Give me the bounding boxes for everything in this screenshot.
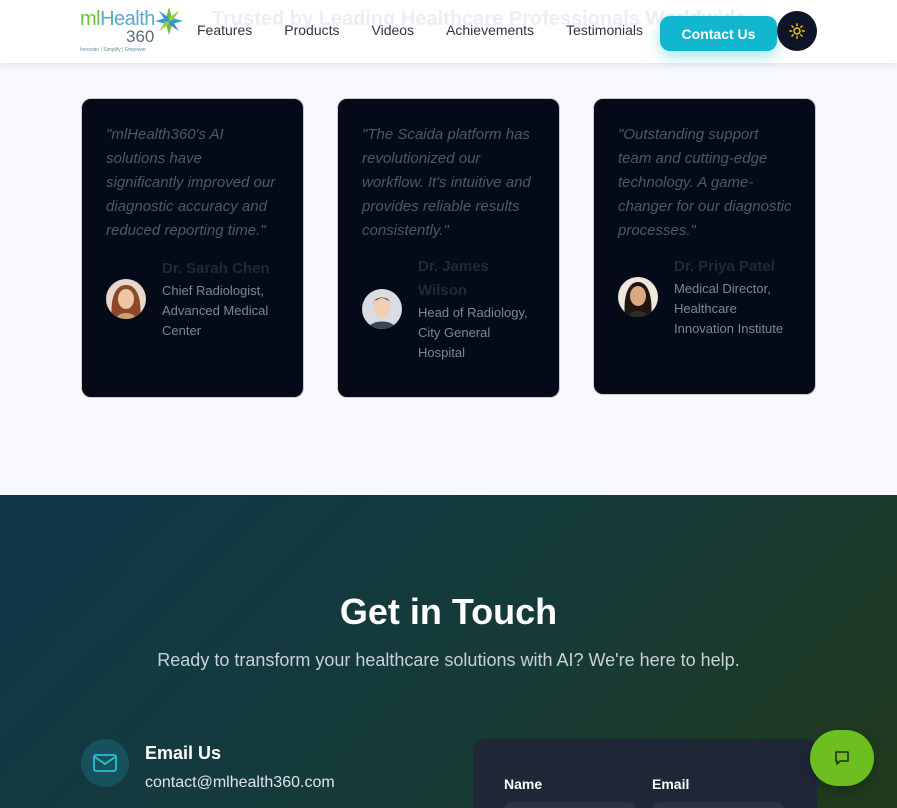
logo-number: 360 xyxy=(126,27,155,46)
chat-button[interactable] xyxy=(810,730,874,786)
theme-toggle-button[interactable] xyxy=(777,11,817,51)
star-icon xyxy=(155,7,183,35)
avatar xyxy=(106,279,146,319)
nav-achievements[interactable]: Achievements xyxy=(446,22,534,38)
author-role: Medical Director, Healthcare Innovation … xyxy=(674,281,784,336)
testimonial-card: "mlHealth360's AI solutions have signifi… xyxy=(81,98,304,398)
main-nav: Features Products Videos Achievements Te… xyxy=(197,22,643,38)
logo-tagline: Innovate | Simplify | Empower xyxy=(80,47,146,53)
author-name: Dr. James Wilson xyxy=(418,258,489,299)
logo[interactable]: mlHealth 360 Innovate | Simplify | Empow… xyxy=(80,6,184,56)
email-icon-badge xyxy=(81,739,129,787)
author-name: Dr. Priya Patel xyxy=(674,258,775,275)
chat-bubble-icon xyxy=(835,751,849,765)
nav-products[interactable]: Products xyxy=(284,22,339,38)
contact-section: Get in Touch Ready to transform your hea… xyxy=(0,495,897,808)
nav-features[interactable]: Features xyxy=(197,22,252,38)
site-header: mlHealth 360 Innovate | Simplify | Empow… xyxy=(0,0,897,63)
contact-title: Get in Touch xyxy=(339,591,558,632)
author-name: Dr. Sarah Chen xyxy=(162,260,270,277)
testimonial-author: Dr. James Wilson Head of Radiology, City… xyxy=(362,255,537,363)
email-label: Email Us xyxy=(145,743,222,763)
contact-us-button[interactable]: Contact Us xyxy=(660,16,777,51)
name-field[interactable] xyxy=(504,802,636,808)
contact-form: Name Email xyxy=(473,739,817,808)
logo-prefix: ml xyxy=(80,8,101,30)
email-field-label: Email xyxy=(652,776,690,792)
testimonial-card: "The Scaida platform has revolutionized … xyxy=(337,98,560,398)
contact-subtitle: Ready to transform your healthcare solut… xyxy=(157,650,740,670)
mail-icon xyxy=(93,754,117,772)
name-label: Name xyxy=(504,776,543,792)
sun-icon xyxy=(789,23,805,39)
testimonial-card: "Outstanding support team and cutting-ed… xyxy=(593,98,816,395)
avatar xyxy=(618,277,658,317)
testimonial-quote: "Outstanding support team and cutting-ed… xyxy=(618,126,792,239)
testimonial-author: Dr. Priya Patel Medical Director, Health… xyxy=(618,255,793,339)
nav-videos[interactable]: Videos xyxy=(372,22,415,38)
testimonial-quote: "The Scaida platform has revolutionized … xyxy=(362,126,531,239)
testimonial-author: Dr. Sarah Chen Chief Radiologist, Advanc… xyxy=(106,257,281,341)
author-role: Head of Radiology, City General Hospital xyxy=(418,305,528,360)
email-field[interactable] xyxy=(652,802,784,808)
author-role: Chief Radiologist, Advanced Medical Cent… xyxy=(162,283,269,338)
email-link[interactable]: contact@mlhealth360.com xyxy=(145,774,335,792)
testimonial-quote: "mlHealth360's AI solutions have signifi… xyxy=(106,126,276,239)
avatar xyxy=(362,289,402,329)
nav-testimonials[interactable]: Testimonials xyxy=(566,22,643,38)
